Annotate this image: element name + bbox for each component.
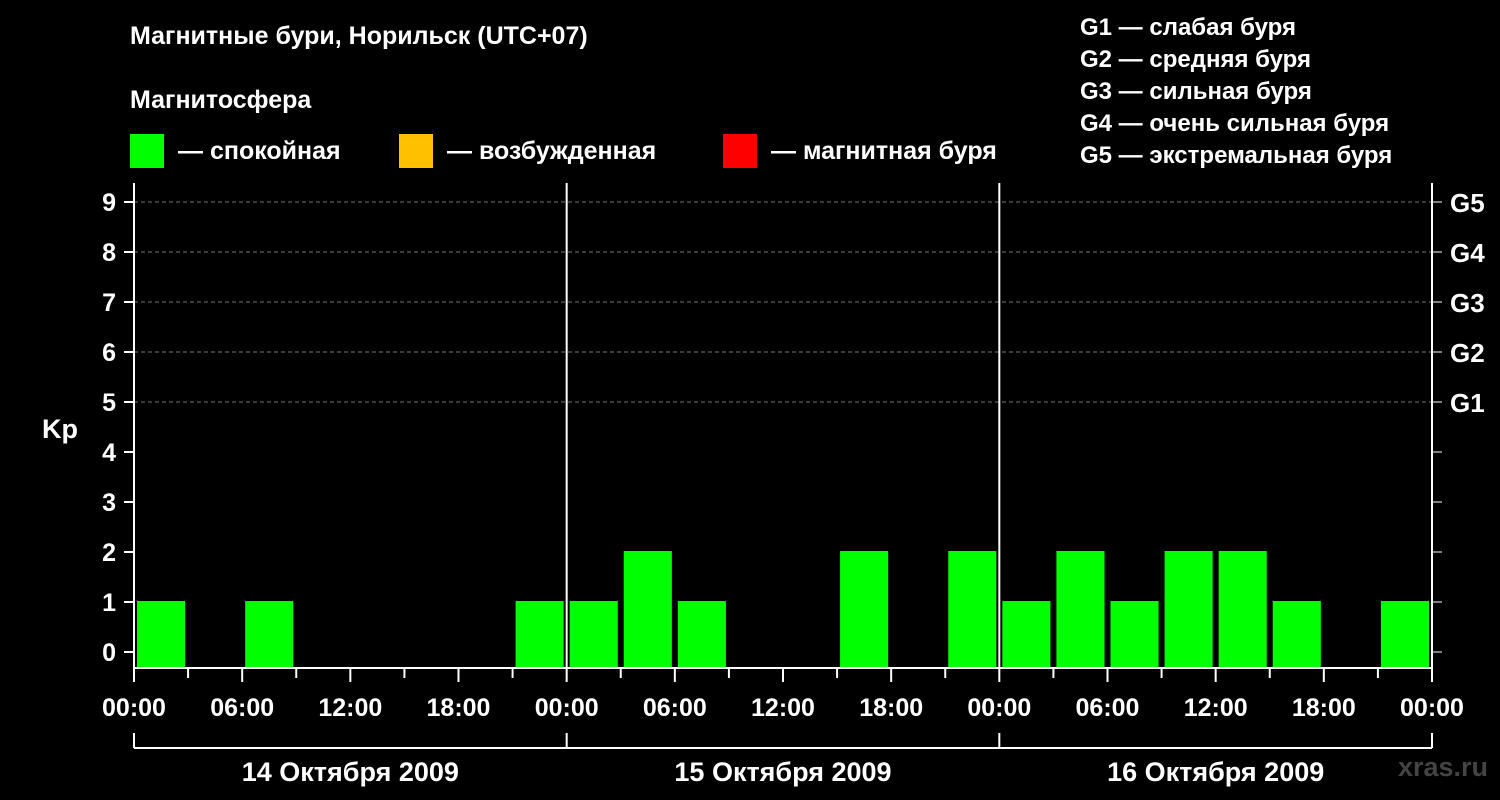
x-tick-label: 12:00 — [1184, 694, 1248, 722]
kp-bar — [137, 601, 186, 668]
x-tick-label: 12:00 — [751, 694, 815, 722]
g-level-label: G5 — [1450, 188, 1485, 218]
watermark: xras.ru — [1397, 752, 1488, 782]
kp-bar — [1164, 551, 1213, 668]
g-level-label: G3 — [1450, 288, 1485, 318]
x-tick-label: 18:00 — [1292, 694, 1356, 722]
y-tick-label: 0 — [102, 639, 116, 667]
x-tick-label: 12:00 — [318, 694, 382, 722]
kp-bar — [948, 551, 997, 668]
kp-bar — [677, 601, 726, 668]
kp-bar — [569, 601, 618, 668]
y-tick-label: 4 — [102, 439, 116, 467]
kp-bar — [515, 601, 564, 668]
y-tick-label: 9 — [102, 189, 116, 217]
x-tick-label: 18:00 — [859, 694, 923, 722]
y-tick-label: 1 — [102, 589, 116, 617]
y-tick-label: 7 — [102, 289, 116, 317]
kp-bar-chart: 0 1 2 3 4 5 6 7 8 9 G1 G2 G3 G4 G5 Kp 00:00 06:00 12:00 18:… — [42, 183, 1485, 787]
kp-bar — [1272, 601, 1321, 668]
x-tick-label: 00:00 — [535, 694, 599, 722]
g-level-label: G1 — [1450, 388, 1485, 418]
y-axis-label: Kp — [42, 414, 78, 444]
kp-bar — [245, 601, 294, 668]
x-tick-label: 06:00 — [210, 694, 274, 722]
x-tick-label: 00:00 — [102, 694, 166, 722]
day-label: 14 Октября 2009 — [242, 757, 459, 787]
kp-bar — [1218, 551, 1267, 668]
g-level-label: G2 — [1450, 338, 1485, 368]
x-tick-label: 00:00 — [1400, 694, 1464, 722]
kp-bar — [1056, 551, 1105, 668]
x-tick-label: 06:00 — [643, 694, 707, 722]
kp-bar — [1110, 601, 1159, 668]
x-tick-label: 06:00 — [1076, 694, 1140, 722]
x-tick-label: 18:00 — [427, 694, 491, 722]
day-label: 16 Октября 2009 — [1107, 757, 1324, 787]
y-tick-label: 3 — [102, 489, 116, 517]
y-tick-label: 2 — [102, 539, 116, 567]
kp-bar — [623, 551, 672, 668]
kp-bar — [1002, 601, 1051, 668]
y-tick-label: 5 — [102, 389, 116, 417]
kp-bar — [1380, 601, 1429, 668]
x-tick-label: 00:00 — [967, 694, 1031, 722]
y-tick-label: 6 — [102, 339, 116, 367]
day-label: 15 Октября 2009 — [674, 757, 891, 787]
y-tick-label: 8 — [102, 239, 116, 267]
kp-bar — [840, 551, 889, 668]
g-level-label: G4 — [1450, 238, 1485, 268]
